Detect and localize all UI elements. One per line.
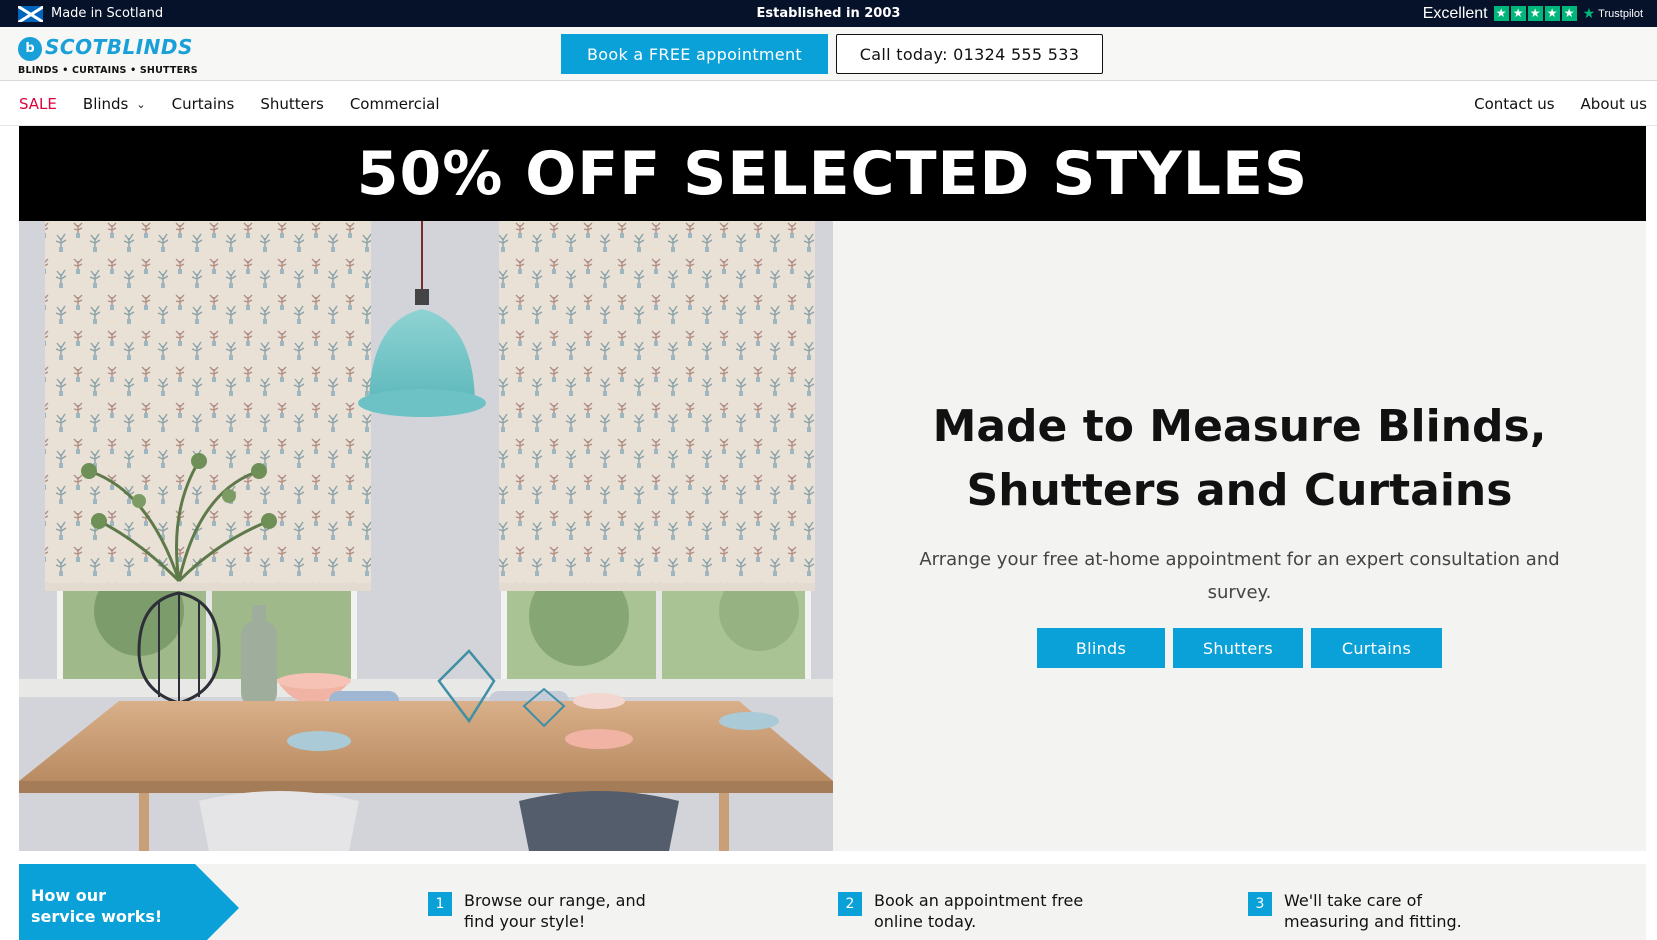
step-line-2: find your style! — [464, 912, 586, 931]
nav-blinds-label: Blinds — [82, 95, 129, 113]
star-icon: ★ — [1493, 6, 1509, 21]
how-tag-line-2: service works! — [31, 907, 163, 926]
star-icon: ★ — [1561, 6, 1577, 21]
step-number: 3 — [1248, 892, 1272, 916]
made-in-scotland: Made in Scotland — [18, 0, 163, 27]
shutters-button[interactable]: Shutters — [1173, 628, 1303, 668]
nav-about-us[interactable]: About us — [1581, 95, 1647, 113]
call-button[interactable]: Call today: 01324 555 533 — [836, 34, 1103, 74]
rating-label: Excellent — [1422, 4, 1488, 22]
step-line-2: measuring and fitting. — [1284, 912, 1462, 931]
hero-title-line-1: Made to Measure Blinds, — [932, 401, 1547, 452]
scotland-flag-icon — [18, 5, 43, 22]
trustpilot-widget[interactable]: Excellent ★ ★ ★ ★ ★ ★ Trustpilot — [1423, 0, 1643, 27]
step-number: 1 — [428, 892, 452, 916]
hero-panel: Made to Measure Blinds, Shutters and Cur… — [833, 221, 1646, 851]
curtains-button[interactable]: Curtains — [1311, 628, 1442, 668]
trustpilot-logo: ★ Trustpilot — [1583, 5, 1643, 22]
site-logo[interactable]: b SCOTBLINDS BLINDS • CURTAINS • SHUTTER… — [18, 35, 198, 77]
how-tag-line-1: How our — [31, 886, 107, 905]
how-it-works: How our service works! 1 Browse our rang… — [19, 864, 1646, 940]
logo-mark-icon: b — [18, 37, 42, 61]
hero-subtitle: Arrange your free at-home appointment fo… — [919, 549, 1560, 603]
step-3: 3 We'll take care of measuring and fitti… — [1248, 890, 1462, 932]
hero-category-buttons: Blinds Shutters Curtains — [833, 628, 1646, 668]
step-line-1: Browse our range, and — [464, 891, 646, 910]
trustpilot-star-icon: ★ — [1582, 5, 1596, 21]
step-number: 2 — [838, 892, 862, 916]
nav-blinds[interactable]: Blinds ⌄ — [83, 95, 146, 113]
step-line-1: Book an appointment free — [874, 891, 1084, 910]
chevron-down-icon: ⌄ — [136, 98, 146, 111]
hero-title: Made to Measure Blinds, Shutters and Cur… — [833, 395, 1646, 523]
nav-shutters[interactable]: Shutters — [260, 95, 324, 113]
nav-curtains[interactable]: Curtains — [172, 95, 235, 113]
site-header: b SCOTBLINDS BLINDS • CURTAINS • SHUTTER… — [0, 27, 1657, 81]
promo-headline: 50% OFF SELECTED STYLES — [356, 138, 1309, 209]
trustpilot-label: Trustpilot — [1598, 7, 1643, 20]
top-bar: Made in Scotland Established in 2003 Exc… — [0, 0, 1657, 27]
hero-title-line-2: Shutters and Curtains — [966, 465, 1513, 516]
step-line-2: online today. — [874, 912, 977, 931]
step-2: 2 Book an appointment free online today. — [838, 890, 1083, 932]
nav-commercial[interactable]: Commercial — [350, 95, 440, 113]
nav-sale[interactable]: SALE — [19, 95, 57, 113]
how-it-works-tag: How our service works! — [19, 864, 239, 940]
star-icon: ★ — [1544, 6, 1560, 21]
logo-tagline: BLINDS • CURTAINS • SHUTTERS — [18, 65, 198, 76]
blinds-button[interactable]: Blinds — [1037, 628, 1165, 668]
logo-text: SCOTBLINDS — [45, 35, 193, 59]
rating-stars: ★ ★ ★ ★ ★ — [1493, 6, 1577, 21]
star-icon: ★ — [1527, 6, 1543, 21]
dining-room-illustration — [19, 221, 833, 851]
star-icon: ★ — [1510, 6, 1526, 21]
made-in-label: Made in Scotland — [51, 6, 164, 21]
promo-banner[interactable]: 50% OFF SELECTED STYLES — [19, 126, 1646, 221]
hero-image — [19, 221, 833, 851]
step-line-1: We'll take care of — [1284, 891, 1422, 910]
book-appointment-button[interactable]: Book a FREE appointment — [561, 34, 828, 74]
main-nav: SALE Blinds ⌄ Curtains Shutters Commercia… — [0, 82, 1657, 126]
step-1: 1 Browse our range, and find your style! — [428, 890, 646, 932]
nav-contact-us[interactable]: Contact us — [1474, 95, 1554, 113]
established-label: Established in 2003 — [756, 6, 901, 21]
